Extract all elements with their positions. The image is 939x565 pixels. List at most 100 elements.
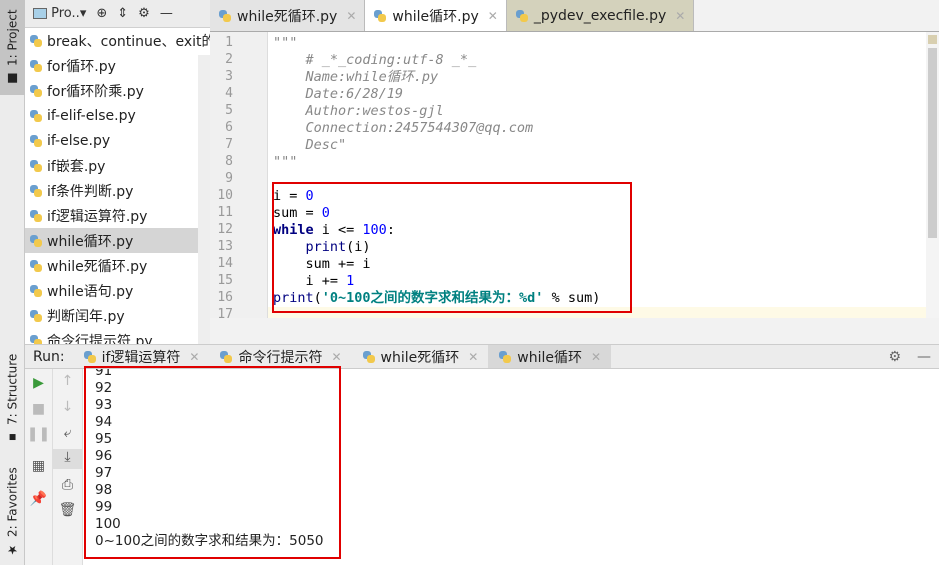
run-tab[interactable]: if逻辑运算符 ✕ [73,345,210,368]
project-scrollbar[interactable] [198,55,210,344]
file-name: while语句.py [47,283,134,300]
python-file-icon [498,350,512,364]
trash-icon[interactable]: 🗑 [53,502,82,518]
code-token: """ [273,35,298,51]
gear-icon[interactable]: ⚙ [880,349,909,365]
locate-icon[interactable]: ⊕ [96,6,107,21]
file-name: 命令行提示符.py [47,333,153,345]
line-number: 13 [217,239,233,254]
python-file-icon [362,350,376,364]
project-view-dropdown[interactable]: Pro..▾ [33,6,86,21]
line-number-gutter: 1 2 3 4 5 6 7 8 9 10 11 12 13 14 15 16 17 [210,32,268,322]
file-item[interactable]: while死循环.py [25,253,210,278]
project-tool-tab[interactable]: ■ 1: Project [0,0,25,95]
pin-icon[interactable]: 📌 [25,491,52,507]
file-item[interactable]: if嵌套.py [25,153,210,178]
line-number: 4 [225,86,233,101]
close-icon[interactable]: ✕ [591,350,601,364]
file-item[interactable]: 命令行提示符.py [25,328,210,344]
python-file-icon [218,9,232,23]
output-highlight-box [84,366,341,559]
line-number: 15 [217,273,233,288]
code-token: Connection:2457544307@qq.com [273,120,534,136]
close-icon[interactable]: ✕ [468,350,478,364]
soft-wrap-icon[interactable]: ⤶ [53,425,82,441]
file-item[interactable]: while循环.py [25,228,210,253]
python-file-icon [29,309,43,323]
file-name: if逻辑运算符.py [47,208,148,225]
tab-pydev-execfile[interactable]: _pydev_execfile.py ✕ [506,0,695,31]
stop-icon[interactable]: ■ [25,401,52,417]
file-item[interactable]: if-else.py [25,128,210,153]
close-icon[interactable]: ✕ [675,9,685,23]
run-tab-label: if逻辑运算符 [101,349,181,366]
arrow-down-icon[interactable]: ↓ [53,399,82,415]
line-number: 11 [217,205,233,220]
python-file-icon [29,159,43,173]
file-name: if-elif-else.py [47,107,136,124]
python-file-icon [29,184,43,198]
tab-while-loop[interactable]: while循环.py ✕ [365,0,507,31]
file-item[interactable]: break、continue、exit的 [25,28,210,53]
code-line: Connection:2457544307@qq.com [273,120,534,137]
editor-tab-bar: while死循环.py ✕ while循环.py ✕ _pydev_execfile… [210,0,939,32]
pause-icon[interactable]: ❚❚ [25,426,52,442]
scroll-to-end-icon[interactable]: ⤓ [53,449,82,469]
line-number: 10 [217,188,233,203]
line-number: 9 [225,171,233,186]
file-item[interactable]: if-elif-else.py [25,103,210,128]
code-token: """ [273,154,298,170]
python-file-icon [373,9,387,23]
rerun-icon[interactable]: ▶ [25,375,52,391]
close-icon[interactable]: ✕ [331,350,341,364]
minimize-icon[interactable]: — [909,349,939,365]
file-item[interactable]: for循环阶乘.py [25,78,210,103]
file-item[interactable]: if条件判断.py [25,178,210,203]
file-name: if嵌套.py [47,158,106,175]
code-line: Author:westos-gjl [273,103,444,120]
close-icon[interactable]: ✕ [488,9,498,23]
code-token: Author:westos-gjl [273,103,444,119]
editor-scrollbar[interactable] [926,32,939,318]
code-line: Desc" [273,137,347,154]
minimize-icon[interactable]: — [160,6,173,21]
gear-icon[interactable]: ⚙ [138,6,150,21]
project-file-tree: break、continue、exit的 for循环.py for循环阶乘.py if… [25,28,210,344]
collapse-icon[interactable]: ⇕ [117,6,128,21]
run-tab[interactable]: 命令行提示符 ✕ [209,345,351,368]
file-name: if条件判断.py [47,183,134,200]
layout-icon[interactable]: ▦ [25,458,52,474]
line-number: 5 [225,103,233,118]
file-item[interactable]: for循环.py [25,53,210,78]
python-file-icon [29,59,43,73]
file-item[interactable]: while语句.py [25,278,210,303]
folder-icon: ■ [5,71,20,86]
line-number: 12 [217,222,233,237]
file-item[interactable]: if逻辑运算符.py [25,203,210,228]
python-file-icon [29,134,43,148]
line-number: 14 [217,256,233,271]
run-tab[interactable]: while死循环 ✕ [352,345,489,368]
line-number: 7 [225,137,233,152]
close-icon[interactable]: ✕ [346,9,356,23]
tab-while-dead-loop[interactable]: while死循环.py ✕ [210,0,366,31]
arrow-up-icon[interactable]: ↑ [53,373,82,389]
structure-tool-tab[interactable]: ▪ 7: Structure [0,352,25,447]
line-number: 6 [225,120,233,135]
line-number: 3 [225,69,233,84]
close-icon[interactable]: ✕ [189,350,199,364]
line-number: 1 [225,35,233,50]
run-tab-label: 命令行提示符 [238,349,323,366]
run-tab-label: while循环 [517,349,583,366]
python-file-icon [29,84,43,98]
file-name: 判断闰年.py [47,308,125,325]
python-file-icon [515,9,529,23]
favorites-tool-tab[interactable]: ★ 2: Favorites [0,462,25,562]
run-tab[interactable]: while循环 ✕ [488,345,612,368]
print-icon[interactable]: ⎙ [53,477,82,493]
code-token: Desc" [273,137,347,153]
output-controls: ↑ ↓ ⤶ ⤓ ⎙ 🗑 [53,369,83,565]
code-token: Date:6/28/19 [273,86,404,102]
python-file-icon [29,284,43,298]
file-item[interactable]: 判断闰年.py [25,303,210,328]
